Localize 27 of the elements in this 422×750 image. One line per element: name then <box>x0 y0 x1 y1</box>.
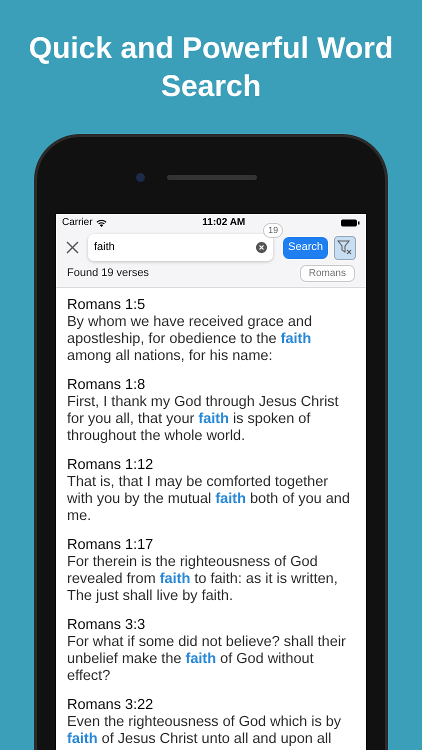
filter-clear-button[interactable] <box>334 236 356 260</box>
verse-reference[interactable]: Romans 3:22 <box>67 697 355 714</box>
search-button[interactable]: Search <box>283 236 328 258</box>
count-badge: 19 <box>263 223 284 238</box>
headline: Quick and Powerful Word Search <box>28 31 394 105</box>
verse-text: For what if some did not believe? shall their unbelief make the faith of God without effect? <box>67 634 347 685</box>
verse-reference[interactable]: Romans 1:17 <box>67 537 355 554</box>
verse-text: That is, that I may be comforted together with you by the mutual faith both of you and me. <box>67 474 351 525</box>
close-icon[interactable] <box>66 241 79 254</box>
funnel-x-icon <box>337 240 353 256</box>
verse-reference[interactable]: Romans 1:5 <box>67 297 355 314</box>
camera-icon <box>136 173 144 182</box>
carrier-label: Carrier <box>62 216 93 230</box>
verse-text: By whom we have received grace and apostleship, for obedience to the faith among all nations, for his name: <box>67 314 314 365</box>
wifi-icon <box>96 218 107 226</box>
book-filter-button[interactable]: Romans <box>300 265 355 282</box>
results-summary: Found 19 verses <box>67 266 149 282</box>
verse-reference[interactable]: Romans 1:12 <box>67 457 355 474</box>
clear-icon[interactable] <box>256 242 268 253</box>
verse-reference[interactable]: Romans 3:3 <box>67 617 355 634</box>
search-field[interactable]: faith <box>88 234 274 261</box>
verse-text: First, I thank my God through Jesus Christ for you all, that your faith is spoken of throughout the whole world. <box>67 394 340 445</box>
battery-icon <box>340 218 360 226</box>
verse-text: Even the righteousness of God which is by faith of Jesus Christ unto all and upon all <box>67 714 342 748</box>
verse-reference[interactable]: Romans 1:8 <box>67 377 355 394</box>
verse-text: For therein is the righteousness of God revealed from faith to faith: as it is written, The just shall live by faith. <box>67 554 339 605</box>
status-time: 11:02 AM <box>202 216 246 230</box>
